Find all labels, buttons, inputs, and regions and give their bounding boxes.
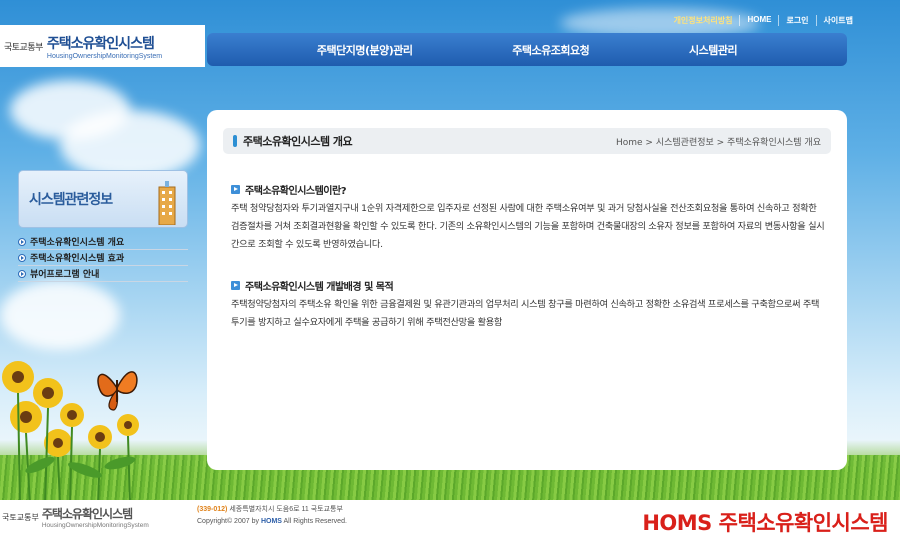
arrow-circle-icon bbox=[18, 237, 26, 246]
main-navigation: 주택단지명(분양)관리 주택소유조회요청 시스템관리 bbox=[207, 33, 847, 66]
footer-zip: (339-012) bbox=[197, 506, 228, 513]
content-panel: 주택소유확인시스템 개요 Home > 시스템관련정보 > 주택소유확인시스템 … bbox=[207, 110, 847, 470]
arrow-square-icon bbox=[231, 281, 240, 290]
footer-logo: 국토교통부 주택소유확인시스템 HousingOwnershipMonitori… bbox=[0, 502, 185, 532]
sidebar-item-label: 주택소유확인시스템 개요 bbox=[30, 238, 125, 248]
title-marker-icon bbox=[233, 135, 237, 147]
footer-subtitle: HousingOwnershipMonitoringSystem bbox=[41, 522, 149, 529]
sidebar-item-effects[interactable]: 주택소유확인시스템 효과 bbox=[18, 250, 188, 266]
cloud-decoration bbox=[0, 280, 120, 350]
nav-item-ownership-request[interactable]: 주택소유조회요청 bbox=[512, 42, 589, 58]
sidebar-item-label: 뷰어프로그램 안내 bbox=[30, 270, 100, 280]
sidebar: 시스템관련정보 주택소유확인시스템 개요 주택소유확인시스템 효과 뷰어프로그램… bbox=[18, 170, 188, 282]
home-link[interactable]: HOME bbox=[739, 15, 778, 26]
breadcrumb: Home > 시스템관련정보 > 주택소유확인시스템 개요 bbox=[615, 137, 821, 148]
page-title: 주택소유확인시스템 개요 bbox=[243, 135, 353, 148]
copyright-suffix: All Rights Reserved. bbox=[283, 518, 347, 525]
page-title-bar: 주택소유확인시스템 개요 Home > 시스템관련정보 > 주택소유확인시스템 … bbox=[223, 128, 831, 154]
footer-title: 주택소유확인시스템 bbox=[41, 507, 133, 521]
footer-address: 세종특별자치시 도움6로 11 국토교통부 bbox=[229, 506, 343, 513]
sidebar-item-label: 주택소유확인시스템 효과 bbox=[30, 254, 125, 264]
nav-item-complex-management[interactable]: 주택단지명(분양)관리 bbox=[317, 42, 413, 58]
sidebar-banner: 시스템관련정보 bbox=[18, 170, 188, 228]
section-body: 주택청약당첨자의 주택소유 확인을 위한 금융결제원 및 유관기관과의 업무처리… bbox=[231, 299, 820, 328]
section-heading: 주택소유확인시스템이란? bbox=[231, 182, 347, 197]
arrow-circle-icon bbox=[18, 269, 26, 278]
top-utility-links: 개인정보처리방침 HOME 로그인 사이트맵 bbox=[667, 15, 860, 26]
logo-subtitle: HousingOwnershipMonitoringSystem bbox=[46, 52, 163, 60]
section-heading-text: 주택소유확인시스템 개발배경 및 목적 bbox=[245, 282, 394, 293]
butterfly-illustration bbox=[97, 371, 138, 411]
login-link[interactable]: 로그인 bbox=[778, 15, 815, 26]
copyright-prefix: Copyright© 2007 by bbox=[197, 518, 259, 525]
footer-info: (339-012) 세종특별자치시 도움6로 11 국토교통부 Copyrigh… bbox=[197, 504, 347, 528]
sidebar-menu: 주택소유확인시스템 개요 주택소유확인시스템 효과 뷰어프로그램 안내 bbox=[18, 234, 188, 282]
copyright-brand: HOMS bbox=[260, 518, 282, 525]
logo-title: 주택소유확인시스템 bbox=[46, 35, 155, 52]
sitemap-link[interactable]: 사이트맵 bbox=[815, 15, 860, 26]
section-body: 주택 청약당첨자와 투기과열지구내 1순위 자격제한으로 입주자로 선정된 사람… bbox=[231, 203, 825, 250]
footer-ministry-name: 국토교통부 bbox=[2, 512, 39, 522]
sunflower-illustration bbox=[2, 361, 139, 505]
site-logo[interactable]: 국토교통부 주택소유확인시스템 HousingOwnershipMonitori… bbox=[0, 25, 205, 67]
privacy-policy-link[interactable]: 개인정보처리방침 bbox=[667, 15, 740, 26]
arrow-circle-icon bbox=[18, 253, 26, 262]
sidebar-item-viewer-guide[interactable]: 뷰어프로그램 안내 bbox=[18, 266, 188, 282]
sidebar-item-overview[interactable]: 주택소유확인시스템 개요 bbox=[18, 234, 188, 250]
section-heading: 주택소유확인시스템 개발배경 및 목적 bbox=[231, 278, 394, 293]
arrow-square-icon bbox=[231, 185, 240, 194]
section-heading-text: 주택소유확인시스템이란? bbox=[245, 186, 347, 197]
sidebar-banner-title: 시스템관련정보 bbox=[29, 192, 113, 208]
building-icon bbox=[158, 181, 176, 225]
ministry-name: 국토교통부 bbox=[4, 41, 43, 52]
homs-watermark: HOMS 주택소유확인시스템 bbox=[642, 511, 888, 535]
nav-item-system-management[interactable]: 시스템관리 bbox=[689, 42, 738, 58]
